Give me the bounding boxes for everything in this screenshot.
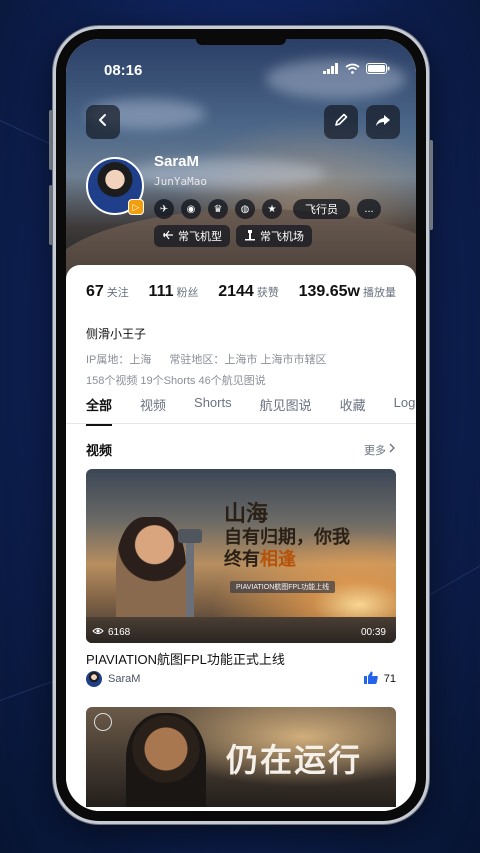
channel-logo-icon xyxy=(94,713,112,731)
stat-value: 139.65w xyxy=(298,283,360,300)
frequent-airport-label: 常飞机场 xyxy=(260,231,304,243)
tab-log[interactable]: Log xyxy=(394,395,416,426)
frequent-aircraft-chip[interactable]: 常飞机型 xyxy=(154,225,230,247)
tab-all[interactable]: 全部 xyxy=(86,395,113,426)
headline-line-3b: 相逢 xyxy=(260,548,296,570)
stat-value: 67 xyxy=(86,283,104,300)
profile-content-card: 67 关注 111 粉丝 2144 获赞 139.65w 播放量 侧滑小王子 IP属地：… xyxy=(66,265,416,811)
edit-button[interactable] xyxy=(324,105,358,139)
thumbnail-headline: 山海 自有归期，你我 终有相逢 xyxy=(224,501,350,571)
phone-frame: 08:16 ▷ SaraM JunYaMao ✈ ◉ ♛ ◍ ★ 飞行员 ...… xyxy=(53,26,429,824)
content-counts: 158个视频 19个Shorts 46个航见图说 xyxy=(86,375,266,387)
profile-name: SaraM xyxy=(154,153,200,170)
status-time: 08:16 xyxy=(104,61,143,79)
pencil-icon xyxy=(333,112,349,133)
headline-line-3a: 终有 xyxy=(224,548,260,570)
tab-shorts[interactable]: Shorts xyxy=(194,395,232,426)
status-bar: 08:16 xyxy=(104,61,390,79)
content-tabs: 全部 视频 Shorts 航见图说 收藏 Log xyxy=(86,395,415,426)
background-line xyxy=(0,679,57,701)
achievement-badges: ✈ ◉ ♛ ◍ ★ 飞行员 ... xyxy=(154,199,381,219)
more-badges-button[interactable]: ... xyxy=(357,199,381,219)
video-duration: 00:39 xyxy=(360,627,386,638)
profile-chips: 常飞机型 常飞机场 xyxy=(154,225,312,247)
globe-badge-icon[interactable]: ◍ xyxy=(235,199,255,219)
phone-side-button xyxy=(429,140,433,230)
more-link[interactable]: 更多 xyxy=(364,442,396,458)
stat-likes[interactable]: 2144 获赞 xyxy=(218,283,279,301)
wifi-icon xyxy=(345,61,360,79)
thumbs-up-icon xyxy=(363,671,378,687)
chevron-right-icon xyxy=(388,443,396,456)
pilot-badge-icon[interactable]: ★ xyxy=(262,199,282,219)
control-tower xyxy=(178,529,202,629)
tab-favorites[interactable]: 收藏 xyxy=(340,395,366,426)
author-name: SaraM xyxy=(108,673,141,685)
video-thumbnail[interactable]: 山海 自有归期，你我 终有相逢 PIAVIATION航图FPL功能上线 6168… xyxy=(86,469,396,643)
role-pill[interactable]: 飞行员 xyxy=(293,199,350,219)
video-thumbnail-2[interactable]: 仍在运行 xyxy=(86,707,396,807)
video-meta: SaraM 71 xyxy=(86,671,396,687)
tab-divider xyxy=(66,423,416,424)
aircraft-badge-icon[interactable]: ✈ xyxy=(154,199,174,219)
headline-line-1: 山海 xyxy=(224,501,269,527)
section-title: 视频 xyxy=(86,443,113,458)
stat-plays[interactable]: 139.65w 播放量 xyxy=(299,283,396,301)
stat-following[interactable]: 67 关注 xyxy=(86,283,129,301)
stat-value: 2144 xyxy=(218,283,254,300)
profile-handle: JunYaMao xyxy=(154,175,207,188)
view-count-value: 6168 xyxy=(108,627,131,638)
battery-icon xyxy=(366,61,390,79)
stat-label: 粉丝 xyxy=(176,287,199,299)
tab-videos[interactable]: 视频 xyxy=(140,395,166,426)
profile-bio: 侧滑小王子 xyxy=(86,327,147,341)
back-button[interactable] xyxy=(86,105,120,139)
tower-icon xyxy=(244,229,256,244)
stat-value: 111 xyxy=(148,283,174,300)
like-count: 71 xyxy=(383,673,396,685)
share-arrow-icon xyxy=(375,112,391,133)
plane-icon xyxy=(162,229,174,244)
app-screen: 08:16 ▷ SaraM JunYaMao ✈ ◉ ♛ ◍ ★ 飞行员 ...… xyxy=(66,39,416,811)
thumbnail-ground xyxy=(86,617,396,643)
profile-stats: 67 关注 111 粉丝 2144 获赞 139.65w 播放量 xyxy=(86,283,396,301)
thumbnail-caption-strip: PIAVIATION航图FPL功能上线 xyxy=(230,581,336,593)
like-button[interactable]: 71 xyxy=(363,671,396,687)
ip-location: IP属地：上海 xyxy=(86,354,152,366)
stat-followers[interactable]: 111 粉丝 xyxy=(149,283,199,301)
notch xyxy=(196,39,286,45)
video-author[interactable]: SaraM xyxy=(86,671,140,687)
medal-badge-icon[interactable]: ◉ xyxy=(181,199,201,219)
video-title[interactable]: PIAVIATION航图FPL功能正式上线 xyxy=(86,649,285,668)
share-button[interactable] xyxy=(366,105,400,139)
more-label: 更多 xyxy=(364,444,386,457)
view-count: 6168 xyxy=(92,627,130,638)
section-header: 视频 更多 xyxy=(86,440,396,459)
profile-location-meta: IP属地：上海 常驻地区：上海市 上海市市辖区 xyxy=(86,351,326,367)
frequent-aircraft-label: 常飞机型 xyxy=(178,231,222,243)
video-creator-badge-icon: ▷ xyxy=(128,199,144,215)
headline-line-2: 自有归期，你我 xyxy=(224,527,350,549)
stat-label: 获赞 xyxy=(256,287,279,299)
thumbnail-person xyxy=(126,713,206,807)
crown-badge-icon[interactable]: ♛ xyxy=(208,199,228,219)
eye-icon xyxy=(92,627,104,638)
tab-photo-posts[interactable]: 航见图说 xyxy=(260,395,312,426)
author-avatar xyxy=(86,671,102,687)
chevron-left-icon xyxy=(97,113,109,132)
frequent-airport-chip[interactable]: 常飞机场 xyxy=(236,225,312,247)
signal-icon xyxy=(323,61,339,79)
stat-label: 播放量 xyxy=(362,287,396,299)
resident-region: 常驻地区：上海市 上海市市辖区 xyxy=(169,354,327,366)
thumbnail-headline: 仍在运行 xyxy=(226,741,363,779)
stat-label: 关注 xyxy=(106,287,129,299)
